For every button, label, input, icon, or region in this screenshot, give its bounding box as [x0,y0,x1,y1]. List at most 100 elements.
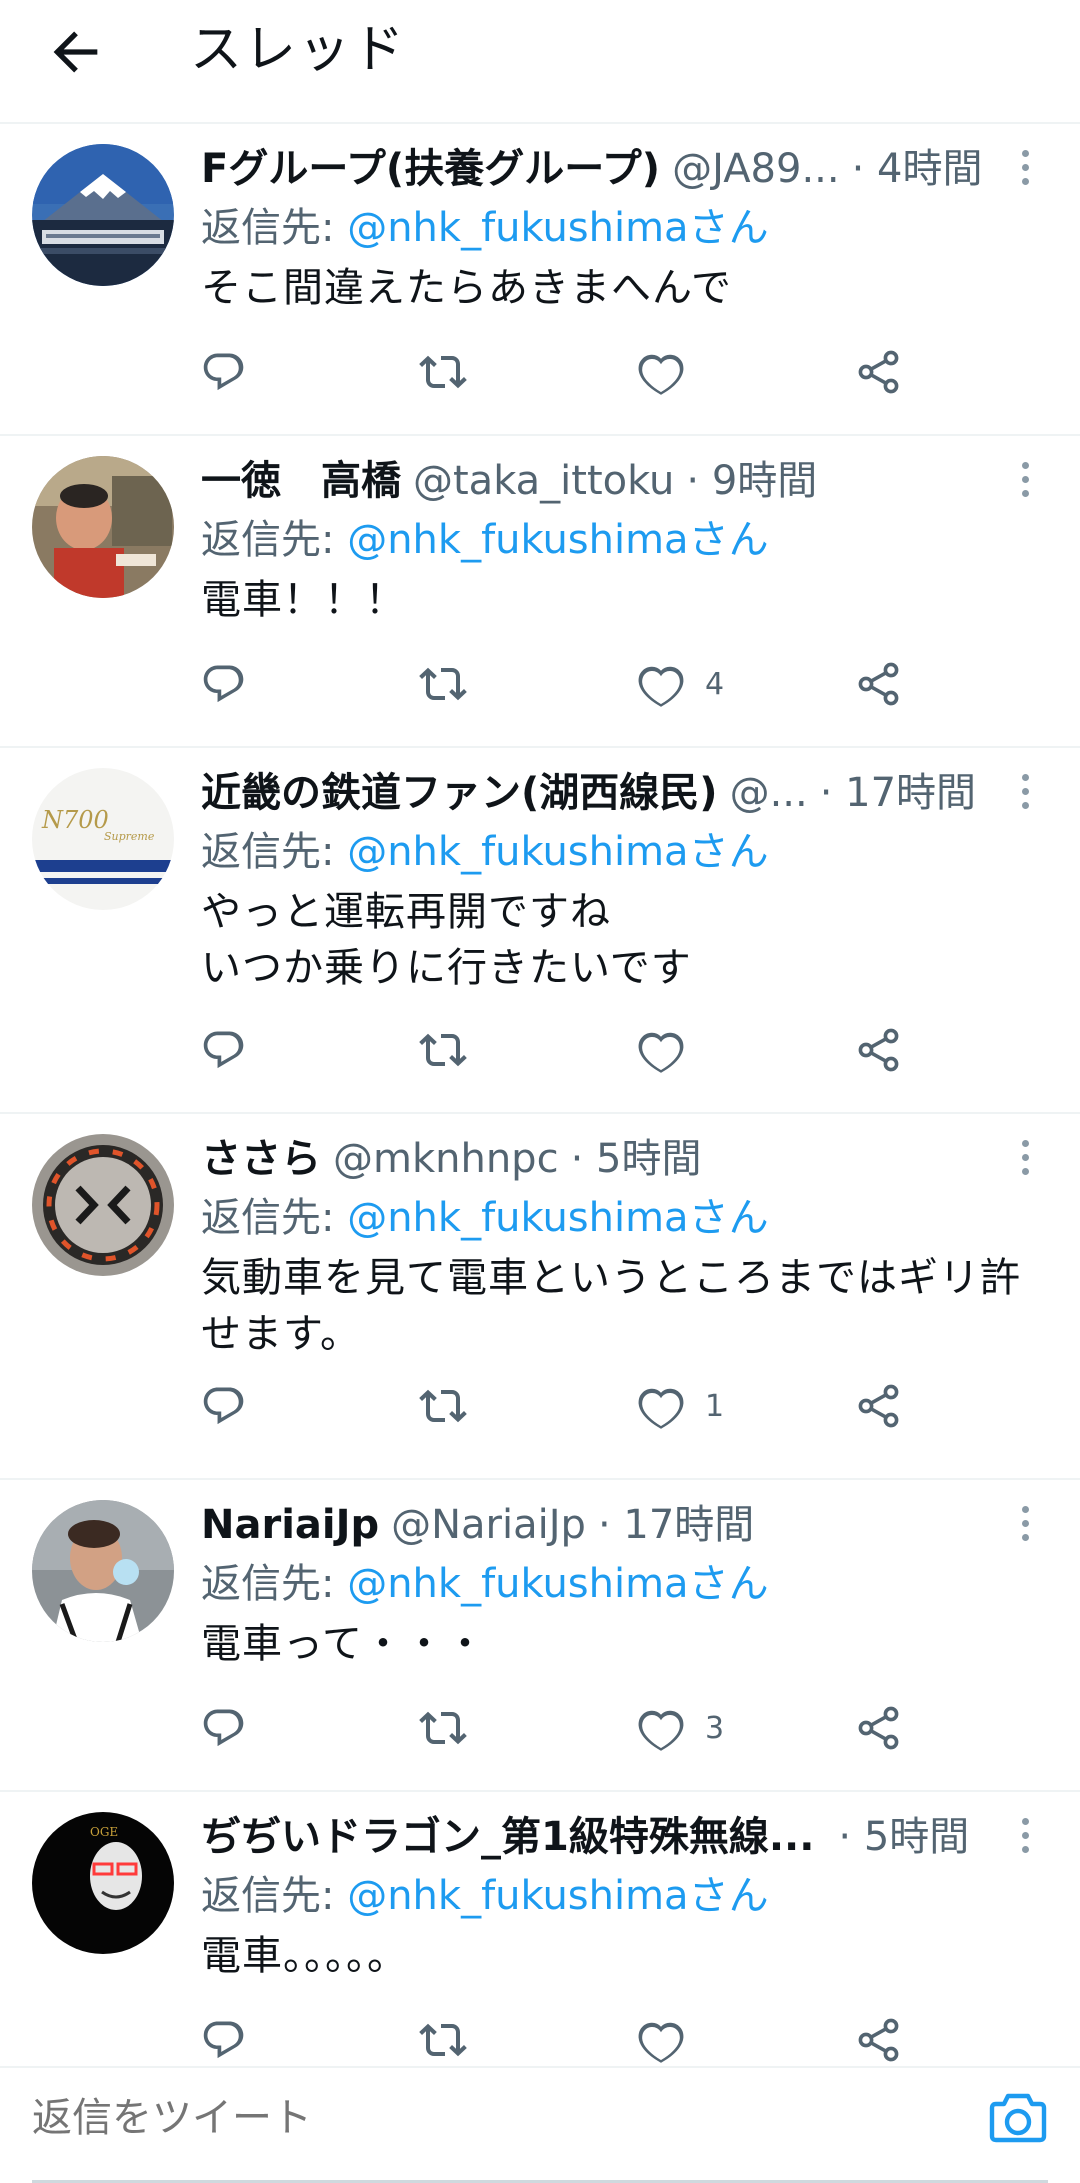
display-name[interactable]: 一徳 高橋 [201,452,401,510]
mention-link[interactable]: @nhk_fukushimaさん [347,517,768,563]
mention-link[interactable]: @nhk_fukushimaさん [347,205,768,251]
avatar[interactable] [32,1500,174,1642]
display-name[interactable]: ささら [201,1130,321,1188]
mention-link[interactable]: @nhk_fukushimaさん [347,1561,768,1607]
reply-prefix: 返信先: [201,829,348,875]
tweet-header: NariaiJp @NariaiJp · 17時間 [201,1496,991,1554]
retweet-button[interactable] [419,1376,467,1436]
user-handle[interactable]: @NariaiJp [391,1496,586,1554]
tweet-header: ぢぢいドラゴン_第1級特殊無線... · 5時間 [201,1808,991,1866]
share-button[interactable] [855,1376,903,1436]
timestamp[interactable]: · 5時間 [838,1808,969,1866]
tweet-content: ささら @mknhnpc · 5時間 返信先: @nhk_fukushimaさん… [201,1130,1040,1362]
reply-button[interactable] [201,654,249,714]
timestamp[interactable]: · 17時間 [598,1496,754,1554]
like-button[interactable]: 4 [637,654,724,714]
share-button[interactable] [855,342,903,402]
avatar[interactable]: OGE [32,1812,174,1954]
like-button[interactable]: 1 [637,1376,724,1436]
user-handle[interactable]: @taka_ittoku [413,452,674,510]
like-button[interactable] [637,1020,705,1080]
reply-icon [201,2016,249,2064]
avatar[interactable]: N700 Supreme [32,768,174,910]
share-button[interactable] [855,1020,903,1080]
share-button[interactable] [855,1698,903,1758]
tweet[interactable]: Fグループ(扶養グループ) @JA89... · 4時間 返信先: @nhk_f… [0,124,1080,436]
mention-link[interactable]: @nhk_fukushimaさん [347,1195,768,1241]
reply-context: 返信先: @nhk_fukushimaさん [201,510,1040,570]
share-button[interactable] [855,2010,903,2070]
retweet-icon [419,348,467,396]
tweet-text-line: いつか乗りに行きたいです [201,945,692,991]
reply-context: 返信先: @nhk_fukushimaさん [201,822,1040,882]
display-name[interactable]: NariaiJp [201,1496,379,1554]
tweet-actions [201,342,921,402]
share-icon [855,2016,903,2064]
tweet-header: ささら @mknhnpc · 5時間 [201,1130,991,1188]
retweet-button[interactable] [419,654,467,714]
mention-link[interactable]: @nhk_fukushimaさん [347,1873,768,1919]
retweet-button[interactable] [419,1698,467,1758]
tweet-text: 電車。。。。。 [201,1933,408,1979]
back-button[interactable] [44,20,108,84]
retweet-button[interactable] [419,2010,467,2070]
more-icon[interactable] [1010,774,1040,818]
reply-prefix: 返信先: [201,1873,348,1919]
display-name[interactable]: ぢぢいドラゴン_第1級特殊無線... [201,1808,814,1866]
like-count: 3 [705,1710,725,1746]
reply-prefix: 返信先: [201,517,348,563]
retweet-icon [419,2016,467,2064]
display-name[interactable]: Fグループ(扶養グループ) [201,140,660,198]
reply-button[interactable] [201,1376,249,1436]
retweet-button[interactable] [419,342,467,402]
retweet-button[interactable] [419,1020,467,1080]
tweet[interactable]: OGE ぢぢいドラゴン_第1級特殊無線... · 5時間 返信先: @nhk_f… [0,1792,1080,2092]
reply-icon [201,660,249,708]
user-handle[interactable]: @JA89... [672,140,840,198]
timestamp[interactable]: · 17時間 [820,764,976,822]
timestamp[interactable]: · 9時間 [686,452,817,510]
timestamp[interactable]: · 5時間 [571,1130,702,1188]
tweet[interactable]: 一徳 高橋 @taka_ittoku · 9時間 返信先: @nhk_fukus… [0,436,1080,748]
camera-button[interactable] [988,2090,1048,2146]
tweet-text-line: 気動車を見て電車というところまではギリ許 [201,1255,1021,1301]
like-icon [637,2016,685,2064]
user-handle[interactable]: @... [730,764,808,822]
reply-context: 返信先: @nhk_fukushimaさん [201,1866,1040,1926]
share-icon [855,660,903,708]
reply-button[interactable] [201,1698,249,1758]
like-button[interactable]: 3 [637,1698,724,1758]
like-button[interactable] [637,342,705,402]
tweet[interactable]: N700 Supreme 近畿の鉄道ファン(湖西線民) @... · 17時間 … [0,748,1080,1114]
share-icon [855,1382,903,1430]
tweet-actions: 4 [201,654,921,714]
more-icon[interactable] [1010,1818,1040,1862]
tweet[interactable]: NariaiJp @NariaiJp · 17時間 返信先: @nhk_fuku… [0,1480,1080,1792]
more-icon[interactable] [1010,1140,1040,1184]
share-button[interactable] [855,654,903,714]
avatar[interactable] [32,1134,174,1276]
more-icon[interactable] [1010,462,1040,506]
tweet-actions: 1 [201,1376,921,1436]
avatar[interactable] [32,144,174,286]
mention-link[interactable]: @nhk_fukushimaさん [347,829,768,875]
timestamp[interactable]: · 4時間 [852,140,983,198]
reply-icon [201,1704,249,1752]
display-name[interactable]: 近畿の鉄道ファン(湖西線民) [201,764,718,822]
like-button[interactable] [637,2010,705,2070]
reply-button[interactable] [201,1020,249,1080]
more-icon[interactable] [1010,1506,1040,1550]
reply-input[interactable] [32,2088,932,2148]
tweet[interactable]: ささら @mknhnpc · 5時間 返信先: @nhk_fukushimaさん… [0,1114,1080,1480]
reply-button[interactable] [201,2010,249,2070]
reply-button[interactable] [201,342,249,402]
tweet-actions: 3 [201,1698,921,1758]
tweet-content: NariaiJp @NariaiJp · 17時間 返信先: @nhk_fuku… [201,1496,1040,1672]
like-count: 4 [705,666,725,702]
tweet-text: 電車！！！ [201,577,406,623]
tweet-header: 近畿の鉄道ファン(湖西線民) @... · 17時間 [201,764,991,822]
avatar[interactable] [32,456,174,598]
more-icon[interactable] [1010,150,1040,194]
avatar-logo-subtext: Supreme [104,830,155,843]
user-handle[interactable]: @mknhnpc [333,1130,559,1188]
